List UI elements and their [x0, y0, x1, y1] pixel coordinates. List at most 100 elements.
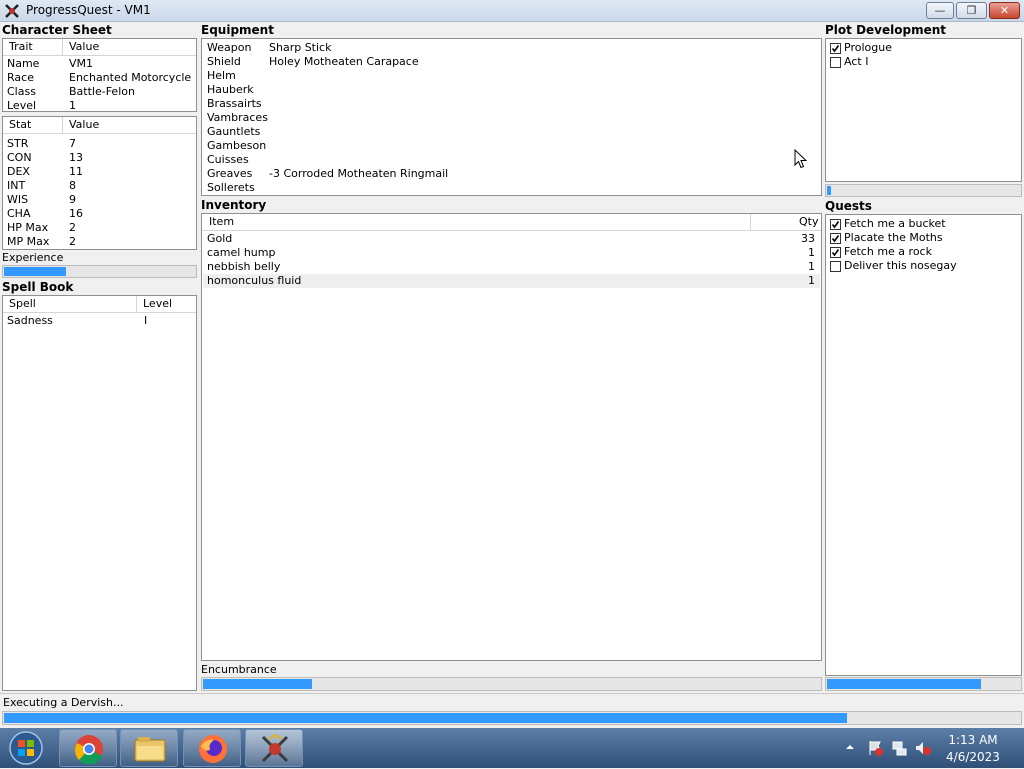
equipment-slot: Cuisses	[207, 153, 249, 166]
file-explorer-taskbar-button[interactable]	[120, 729, 178, 767]
quest-label: Deliver this nosegay	[844, 259, 957, 272]
stat-value: 16	[69, 207, 83, 220]
equipment-slot: Weapon	[207, 41, 252, 54]
stat-label: HP Max	[7, 221, 49, 234]
stat-column-header[interactable]: Stat	[9, 118, 31, 131]
inventory-item-qty: 33	[801, 232, 815, 245]
quest-progress-bar	[825, 677, 1022, 691]
experience-progress-bar	[2, 265, 197, 278]
qty-column-header[interactable]: Qty	[799, 215, 818, 228]
equipment-item: -3 Corroded Motheaten Ringmail	[269, 167, 449, 180]
stat-label: CHA	[7, 207, 31, 220]
close-button[interactable]: ✕	[989, 2, 1020, 19]
spell-book-title: Spell Book	[2, 280, 74, 294]
equipment-slot: Sollerets	[207, 181, 255, 194]
encumbrance-progress-bar	[201, 677, 822, 691]
equipment-list[interactable]: Weapon Sharp Stick Shield Holey Motheate…	[201, 38, 822, 196]
act-label: Prologue	[844, 41, 892, 54]
equipment-slot: Greaves	[207, 167, 253, 180]
inventory-header: Item Qty	[202, 214, 821, 231]
clock-time[interactable]: 1:13 AM	[938, 733, 1008, 747]
plot-list[interactable]: Prologue Act I	[825, 38, 1022, 182]
stat-label: WIS	[7, 193, 29, 206]
inventory-list[interactable]: Item Qty Gold 33 camel hump 1 nebbish be…	[201, 213, 822, 661]
task-progress-bar	[2, 711, 1022, 725]
stat-label: CON	[7, 151, 32, 164]
item-column-header[interactable]: Item	[209, 215, 234, 228]
value-column-header[interactable]: Value	[69, 40, 99, 53]
spell-level: I	[144, 314, 148, 327]
experience-label: Experience	[2, 251, 64, 264]
quest-checkbox[interactable]	[830, 247, 841, 258]
stat-value: 2	[69, 235, 76, 248]
stats-list[interactable]: Stat Value STR 7 CON 13 DEX 11 INT 8 WIS…	[2, 116, 197, 250]
network-icon[interactable]	[892, 740, 908, 756]
volume-muted-icon[interactable]	[915, 740, 931, 756]
trait-label: Name	[7, 57, 40, 70]
act-checkbox[interactable]	[830, 43, 841, 54]
quest-label: Fetch me a rock	[844, 245, 932, 258]
stat-value: 2	[69, 221, 76, 234]
equipment-slot: Vambraces	[207, 111, 268, 124]
quest-checkbox[interactable]	[830, 219, 841, 230]
inventory-item-name: Gold	[207, 232, 233, 245]
trait-column-header[interactable]: Trait	[9, 40, 33, 53]
window-title: ProgressQuest - VM1	[26, 3, 151, 17]
progressquest-taskbar-button[interactable]	[245, 729, 303, 767]
minimize-button[interactable]: —	[926, 2, 954, 19]
spell-column-header[interactable]: Spell	[9, 297, 36, 310]
inventory-item-name: homonculus fluid	[207, 274, 302, 287]
inventory-item-name: camel hump	[207, 246, 276, 259]
quest-checkbox[interactable]	[830, 233, 841, 244]
mouse-cursor-icon	[794, 148, 808, 169]
start-orb-icon[interactable]	[6, 730, 46, 766]
plot-progress-fill	[827, 186, 831, 195]
plot-development-title: Plot Development	[825, 23, 946, 37]
status-divider	[0, 693, 1024, 694]
equipment-slot: Brassairts	[207, 97, 262, 110]
quest-label: Placate the Moths	[844, 231, 943, 244]
plot-progress-bar	[825, 184, 1022, 197]
trait-value: Enchanted Motorcycle	[69, 71, 192, 84]
taskbar: 1:13 AM 4/6/2023	[0, 728, 1024, 768]
stat-value: 11	[69, 165, 83, 178]
close-icon: ✕	[999, 4, 1010, 17]
quests-list[interactable]: Fetch me a bucket Placate the Moths Fetc…	[825, 214, 1022, 676]
action-center-icon[interactable]	[867, 740, 883, 756]
act-label: Act I	[844, 55, 869, 68]
quest-checkbox[interactable]	[830, 261, 841, 272]
level-column-header[interactable]: Level	[143, 297, 172, 310]
stat-label: DEX	[7, 165, 30, 178]
trait-label: Level	[7, 99, 37, 112]
firefox-taskbar-button[interactable]	[183, 729, 241, 767]
stat-label: MP Max	[7, 235, 50, 248]
stat-value-column-header[interactable]: Value	[69, 118, 99, 131]
maximize-button[interactable]: ❐	[956, 2, 987, 19]
stat-value: 13	[69, 151, 83, 164]
spell-book-list[interactable]: Spell Level Sadness I	[2, 295, 197, 691]
equipment-slot: Shield	[207, 55, 241, 68]
trait-label: Race	[7, 71, 34, 84]
traits-header: Trait Value	[3, 39, 196, 56]
inventory-title: Inventory	[201, 198, 267, 212]
title-bar[interactable]: ProgressQuest - VM1 — ❐ ✕	[0, 0, 1024, 22]
minimize-icon: —	[934, 4, 946, 17]
chrome-taskbar-button[interactable]	[59, 729, 117, 767]
stat-label: STR	[7, 137, 29, 150]
spell-book-header: Spell Level	[3, 296, 196, 313]
trait-value: 1	[69, 99, 76, 112]
inventory-item-name: nebbish belly	[207, 260, 281, 273]
equipment-slot: Gauntlets	[207, 125, 261, 138]
file-explorer-icon	[134, 736, 166, 762]
act-checkbox[interactable]	[830, 57, 841, 68]
show-hidden-icons-button[interactable]	[845, 742, 855, 752]
clock-date[interactable]: 4/6/2023	[938, 750, 1008, 764]
equipment-item: Sharp Stick	[269, 41, 332, 54]
trait-label: Class	[7, 85, 36, 98]
inventory-item-qty: 1	[808, 274, 815, 287]
equipment-title: Equipment	[201, 23, 274, 37]
equipment-slot: Hauberk	[207, 83, 254, 96]
spell-name: Sadness	[7, 314, 53, 327]
traits-list[interactable]: Trait Value Name VM1 Race Enchanted Moto…	[2, 38, 197, 112]
stats-header: Stat Value	[3, 117, 196, 134]
